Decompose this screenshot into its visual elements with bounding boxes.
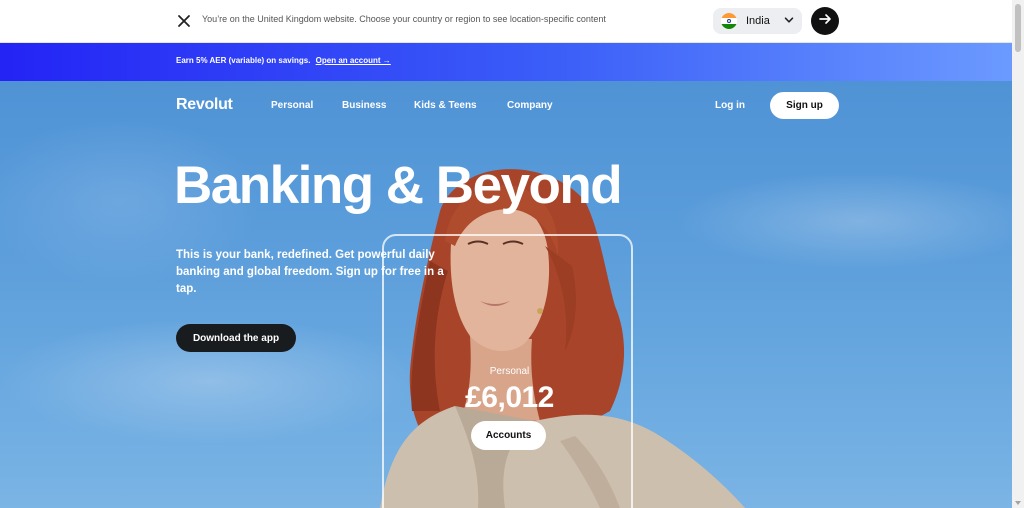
card-label: Personal <box>489 366 530 377</box>
scrollbar-thumb[interactable] <box>1015 4 1021 52</box>
promo-banner: Earn 5% AER (variable) on savings. Open … <box>0 43 1012 81</box>
promo-text: Earn 5% AER (variable) on savings. <box>176 56 311 65</box>
arrow-right-icon <box>818 12 832 31</box>
nav-company[interactable]: Company <box>507 100 553 111</box>
scroll-down-arrow-icon[interactable] <box>1015 501 1021 505</box>
chevron-down-icon <box>784 12 794 30</box>
close-icon[interactable] <box>174 11 194 31</box>
page-scrollbar[interactable] <box>1012 0 1024 508</box>
country-banner: You’re on the United Kingdom website. Ch… <box>0 0 1012 43</box>
nav-business[interactable]: Business <box>342 100 386 111</box>
card-balance: £6,012 <box>465 381 554 414</box>
hero-section: Revolut Personal Business Kids & Teens C… <box>0 81 1012 508</box>
open-account-link[interactable]: Open an account → <box>316 56 391 65</box>
download-app-button[interactable]: Download the app <box>176 324 296 352</box>
accounts-button[interactable]: Accounts <box>471 421 546 450</box>
account-card: Personal £6,012 Accounts <box>382 234 633 508</box>
login-link[interactable]: Log in <box>715 100 745 111</box>
nav-kids-teens[interactable]: Kids & Teens <box>414 100 477 111</box>
promo-text-wrap: Earn 5% AER (variable) on savings. Open … <box>176 56 391 65</box>
india-flag-icon <box>721 13 737 29</box>
hero-headline: Banking & Beyond <box>174 156 623 215</box>
signup-button[interactable]: Sign up <box>770 92 839 119</box>
country-banner-message: You’re on the United Kingdom website. Ch… <box>202 14 606 24</box>
country-select[interactable]: India <box>713 8 802 34</box>
nav-personal[interactable]: Personal <box>271 100 313 111</box>
selected-country: India <box>746 15 770 27</box>
go-button[interactable] <box>811 7 839 35</box>
revolut-logo[interactable]: Revolut <box>176 96 233 114</box>
